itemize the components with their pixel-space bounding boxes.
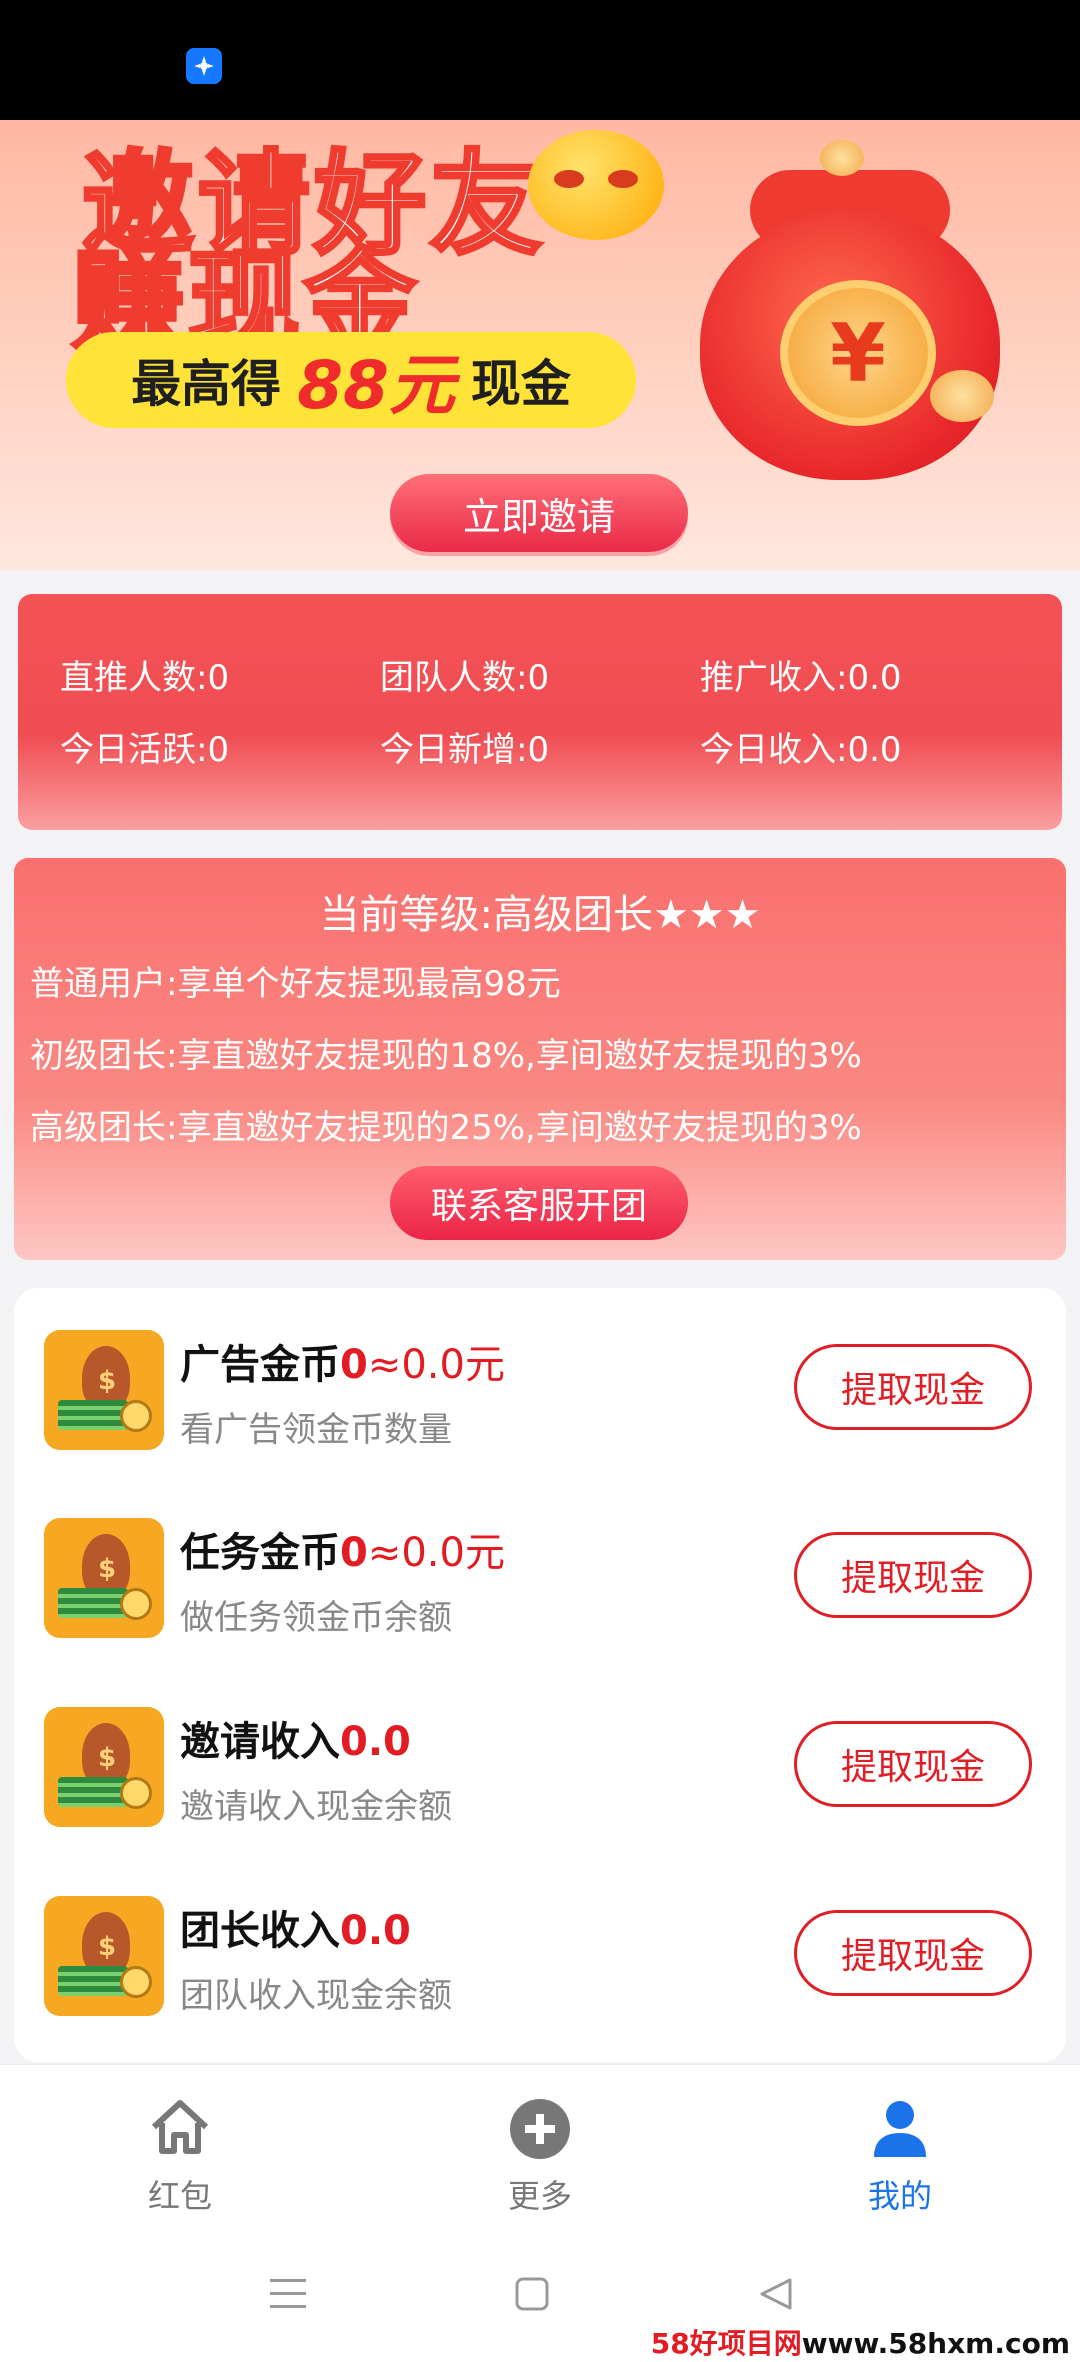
money-bag-icon	[44, 1518, 164, 1638]
coin-icon	[820, 140, 864, 176]
money-bag-icon: ¥	[680, 150, 1020, 480]
wallet-desc: 团队收入现金余额	[180, 1976, 452, 2016]
stat-team: 团队人数:0	[380, 658, 550, 698]
pill-amount: 88元	[297, 347, 455, 424]
stat-direct: 直推人数:0	[60, 658, 230, 698]
pill-suffix: 现金	[470, 355, 571, 413]
wallet-name: 广告金币0≈0.0元	[180, 1342, 505, 1388]
withdraw-cash-button[interactable]: 提取现金	[794, 1344, 1032, 1430]
wallet-list: 广告金币0≈0.0元 看广告领金币数量 提取现金 任务金币0≈0.0元 做任务领…	[14, 1288, 1066, 2062]
plus-circle-icon	[510, 2099, 570, 2159]
contact-service-button[interactable]: 联系客服开团	[390, 1166, 688, 1240]
bottom-tab-bar: 红包 更多 我的	[0, 2064, 1080, 2225]
withdraw-cash-button[interactable]: 提取现金	[794, 1910, 1032, 1996]
menu-icon[interactable]	[268, 2276, 308, 2312]
wallet-desc: 看广告领金币数量	[180, 1410, 452, 1450]
yuan-coin-icon: ¥	[780, 280, 936, 426]
tab-label: 红包	[147, 2177, 212, 2215]
list-item: 广告金币0≈0.0元 看广告领金币数量 提取现金	[14, 1308, 1066, 1458]
withdraw-cash-button[interactable]: 提取现金	[794, 1721, 1032, 1807]
money-bag-icon	[44, 1896, 164, 2016]
tab-redpacket[interactable]: 红包	[100, 2083, 260, 2215]
stats-card: 直推人数:0 团队人数:0 推广收入:0.0 今日活跃:0 今日新增:0 今日收…	[18, 594, 1062, 830]
wallet-desc: 做任务领金币余额	[180, 1598, 452, 1638]
tab-more[interactable]: 更多	[460, 2083, 620, 2215]
app-notification-icon	[186, 48, 222, 84]
tab-label: 更多	[507, 2177, 572, 2215]
status-bar	[0, 0, 1080, 120]
pill-prefix: 最高得	[131, 355, 282, 413]
tab-label: 我的	[867, 2177, 932, 2215]
user-icon	[874, 2101, 926, 2157]
banner-reward-pill: 最高得 88元 现金	[66, 332, 636, 428]
wallet-name: 任务金币0≈0.0元	[180, 1530, 505, 1576]
level-card: 当前等级:高级团长★★★ 普通用户:享单个好友提现最高98元 初级团长:享直邀好…	[14, 858, 1066, 1260]
withdraw-cash-button[interactable]: 提取现金	[794, 1532, 1032, 1618]
level-rule: 普通用户:享单个好友提现最高98元	[30, 964, 561, 1004]
level-rule: 初级团长:享直邀好友提现的18%,享间邀好友提现的3%	[30, 1036, 862, 1076]
stat-today-new: 今日新增:0	[380, 730, 550, 770]
wallet-name: 团长收入0.0	[180, 1908, 411, 1954]
money-bag-icon	[44, 1707, 164, 1827]
tab-mine[interactable]: 我的	[820, 2083, 980, 2215]
list-item: 邀请收入0.0 邀请收入现金余额 提取现金	[14, 1685, 1066, 1835]
back-icon[interactable]	[758, 2276, 794, 2312]
watermark: 58好项目网www.58hxm.com	[650, 2327, 1070, 2360]
home-icon	[151, 2100, 209, 2154]
level-title: 当前等级:高级团长★★★	[319, 892, 761, 938]
stat-promo-income: 推广收入:0.0	[700, 658, 902, 698]
system-nav-bar: 58好项目网www.58hxm.com	[0, 2224, 1080, 2362]
smiley-emoji-icon	[528, 130, 664, 240]
stat-today-active: 今日活跃:0	[60, 730, 230, 770]
stat-today-income: 今日收入:0.0	[700, 730, 902, 770]
level-rule: 高级团长:享直邀好友提现的25%,享间邀好友提现的3%	[30, 1108, 862, 1148]
wallet-desc: 邀请收入现金余额	[180, 1787, 452, 1827]
money-bag-icon	[44, 1330, 164, 1450]
home-square-icon[interactable]	[514, 2276, 550, 2312]
coin-icon	[930, 370, 994, 422]
invite-now-button[interactable]: 立即邀请	[390, 474, 688, 552]
list-item: 任务金币0≈0.0元 做任务领金币余额 提取现金	[14, 1496, 1066, 1646]
list-item: 团长收入0.0 团队收入现金余额 提取现金	[14, 1874, 1066, 2024]
wallet-name: 邀请收入0.0	[180, 1719, 411, 1765]
